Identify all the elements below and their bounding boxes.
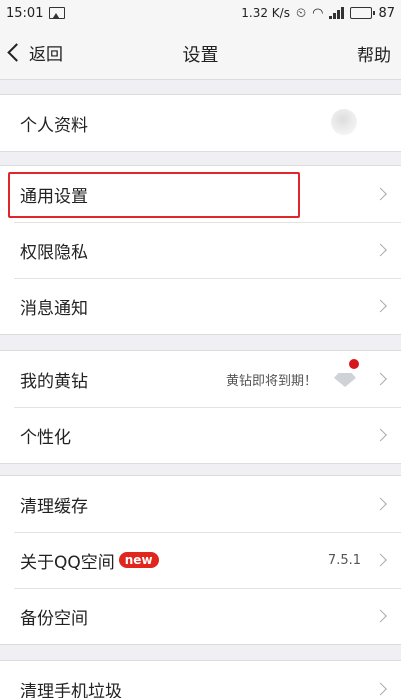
row-label: 清理手机垃圾 [20,681,122,698]
nav-bar: 返回 设置 帮助 [0,26,401,80]
chevron-right-icon [374,372,387,386]
alarm-icon: ⏲ [295,5,307,21]
group-vip: 我的黄钻 黄钻即将到期！ 个性化 [0,350,401,464]
chevron-right-icon [374,187,387,201]
row-label: 通用设置 [20,186,88,207]
row-clear-cache[interactable]: 清理缓存 [0,476,401,532]
status-time: 15:01 [6,5,44,21]
row-personal-info[interactable]: 个人资料 [0,95,401,151]
chevron-right-icon [374,497,387,511]
chevron-right-icon [374,299,387,313]
image-notification-icon [49,7,66,19]
row-label: 权限隐私 [20,242,88,263]
battery-icon [350,7,376,19]
diamond-expiring-text: 黄钻即将到期！ [225,373,317,389]
chevron-right-icon [374,243,387,257]
status-left: 15:01 [6,5,66,21]
chevron-right-icon [374,682,387,696]
status-right: 1.32 K/s ⏲ ◠ 87 [241,6,395,21]
status-bar: 15:01 1.32 K/s ⏲ ◠ 87 [0,0,401,26]
signal-icon [329,7,345,19]
row-label: 关于QQ空间 [20,552,115,573]
row-label: 个人资料 [20,115,88,136]
help-button[interactable]: 帮助 [357,41,391,66]
page-title: 设置 [182,45,219,66]
row-backup[interactable]: 备份空间 [0,588,401,644]
group-profile: 个人资料 [0,94,401,152]
row-personalization[interactable]: 个性化 [0,407,401,463]
row-label: 个性化 [20,427,71,448]
network-speed: 1.32 K/s [241,6,290,20]
notification-dot-icon [349,359,359,369]
group-cleanup: 清理手机垃圾 [0,660,401,698]
version-text: 7.5.1 [327,552,361,568]
row-label: 消息通知 [20,298,88,319]
row-about[interactable]: 关于QQ空间 new 7.5.1 [0,532,401,588]
wifi-icon: ◠ [312,5,324,21]
diamond-badge [331,359,359,391]
row-label: 备份空间 [20,608,88,629]
chevron-right-icon [374,428,387,442]
group-storage: 清理缓存 关于QQ空间 new 7.5.1 备份空间 [0,475,401,645]
row-general-settings[interactable]: 通用设置 [0,166,401,222]
row-yellow-diamond[interactable]: 我的黄钻 黄钻即将到期！ [0,351,401,407]
chevron-right-icon [374,553,387,567]
group-settings: 通用设置 权限隐私 消息通知 [0,165,401,335]
row-label: 我的黄钻 [20,371,88,392]
battery-level: 87 [378,5,395,21]
avatar [331,109,357,135]
diamond-icon [334,373,356,387]
new-badge: new [118,552,159,568]
row-notifications[interactable]: 消息通知 [0,278,401,334]
row-privacy[interactable]: 权限隐私 [0,222,401,278]
chevron-right-icon [374,609,387,623]
row-clean-junk[interactable]: 清理手机垃圾 [0,661,401,698]
row-label: 清理缓存 [20,496,88,517]
